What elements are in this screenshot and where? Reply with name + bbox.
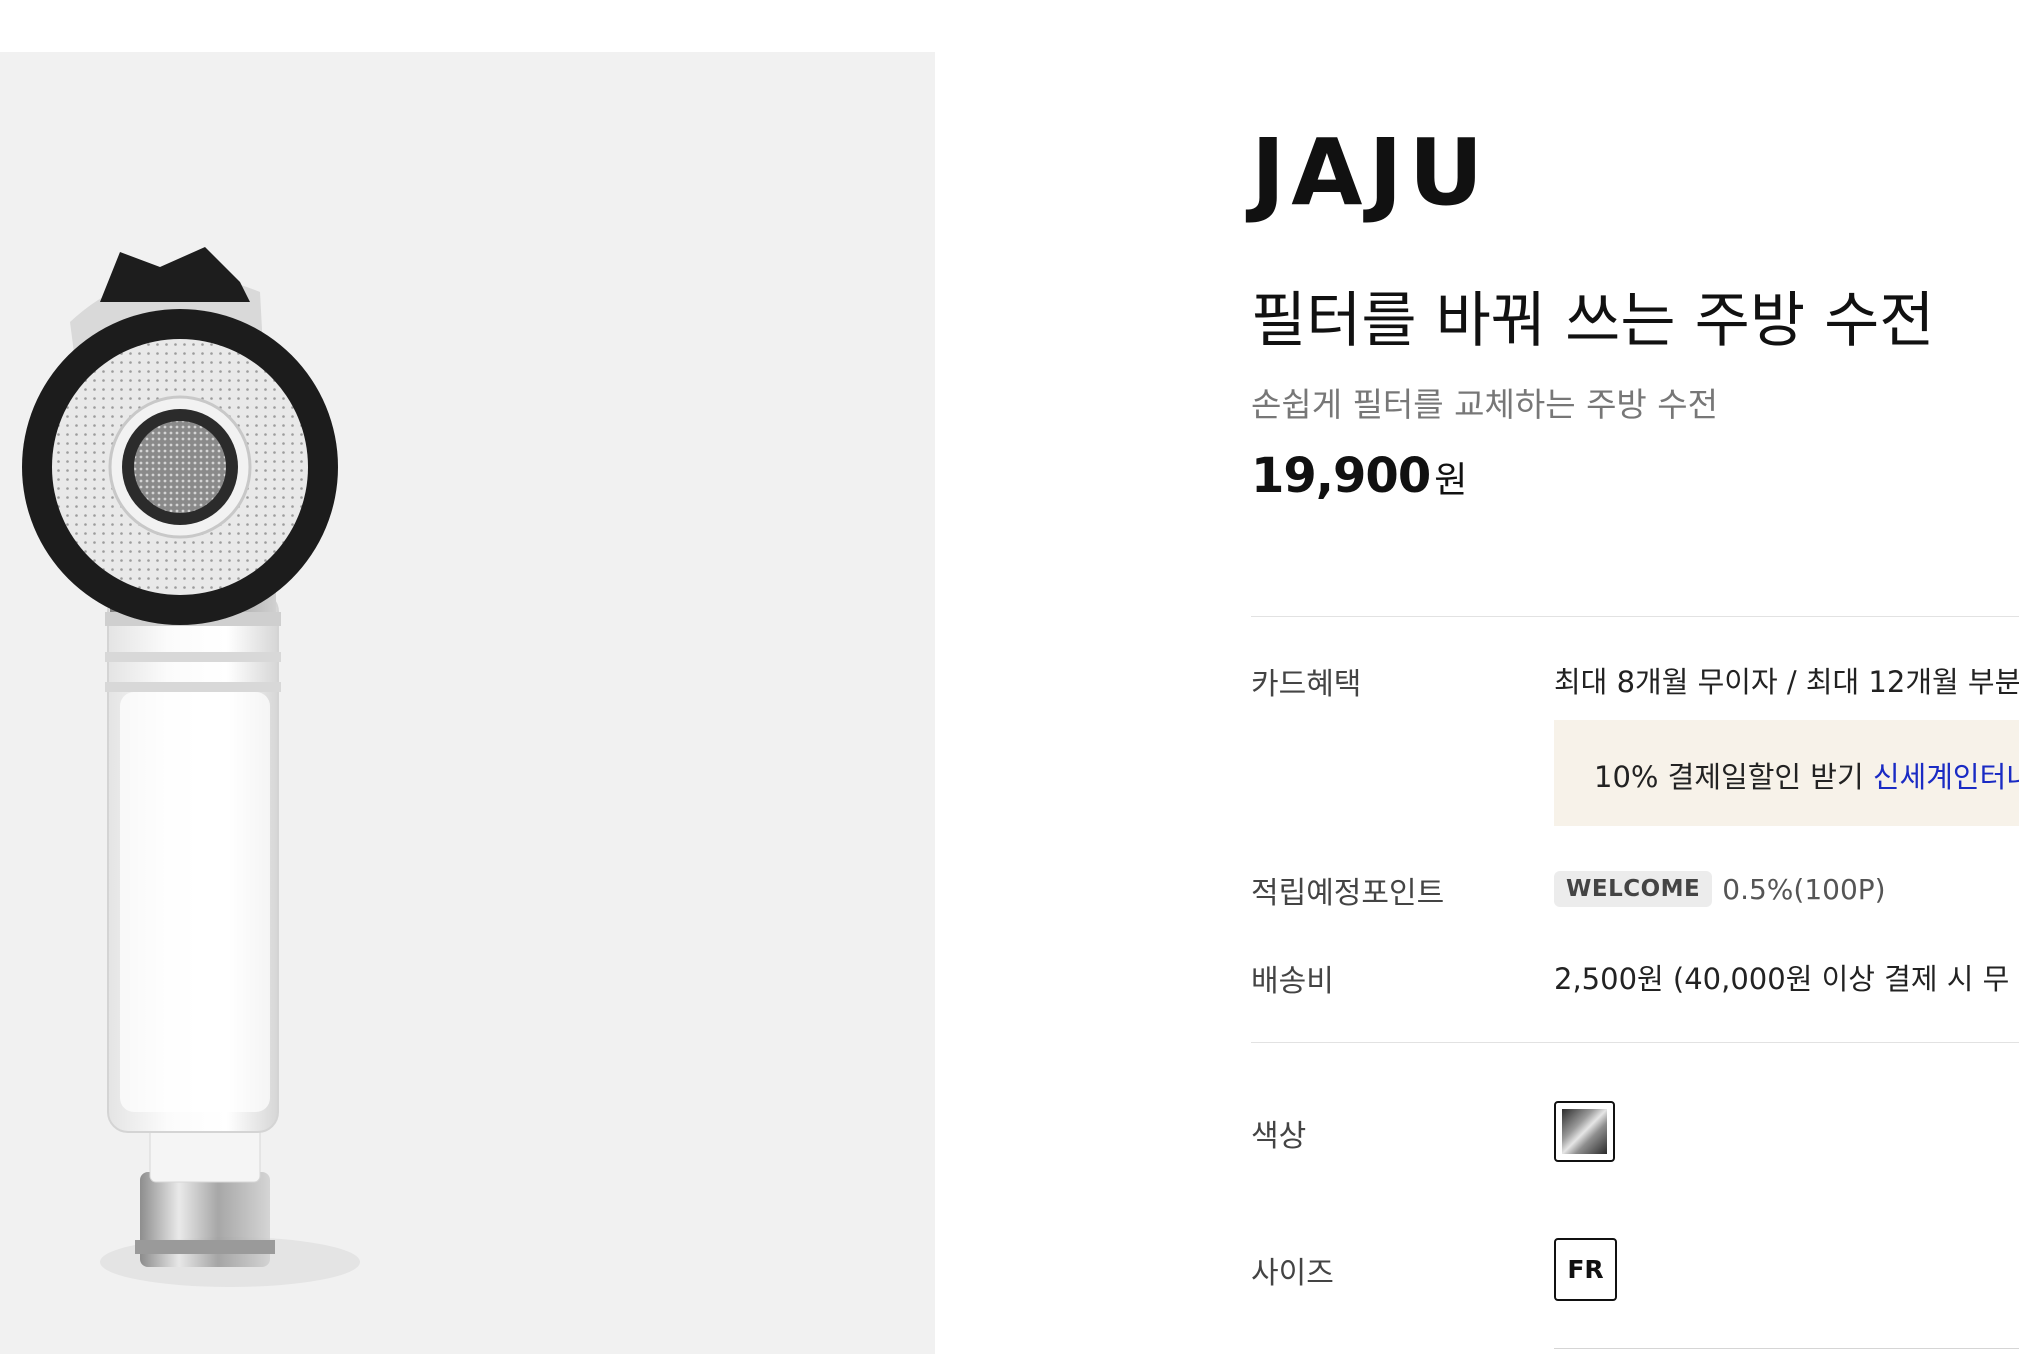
points-label: 적립예정포인트 (1251, 876, 1445, 911)
size-label: 사이즈 (1251, 1256, 1334, 1291)
faucet-head-image (22, 247, 360, 1287)
product-detail-page: JAJU 필터를 바꿔 쓰는 주방 수전 손쉽게 필터를 교체하는 주방 수전 … (0, 0, 2019, 1354)
card-benefit-label: 카드혜택 (1251, 667, 1362, 702)
points-rate: 0.5%(100P) (1722, 872, 1886, 906)
points-value: WELCOME 0.5%(100P) (1554, 870, 1886, 907)
welcome-badge: WELCOME (1554, 871, 1713, 907)
shipping-value: 2,500원 (40,000원 이상 결제 시 무 (1554, 962, 2010, 996)
price-amount: 19,900 (1251, 448, 1431, 504)
price-unit: 원 (1434, 460, 1468, 501)
discount-label: 10% 결제일할인 받기 (1594, 760, 1864, 794)
next-option-edge (1554, 1348, 2019, 1354)
product-subtitle: 손쉽게 필터를 교체하는 주방 수전 (1251, 385, 1718, 424)
card-discount-banner[interactable]: 10% 결제일할인 받기 신세계인터내 (1554, 720, 2019, 826)
product-image (0, 52, 935, 1354)
card-benefit-value: 최대 8개월 무이자 / 최대 12개월 부분 (1554, 665, 2019, 699)
color-label: 색상 (1251, 1119, 1307, 1154)
divider (1251, 616, 2019, 617)
chrome-swatch-icon (1562, 1109, 1607, 1154)
card-discount-link[interactable]: 신세계인터내 (1873, 760, 2019, 794)
brand-logo[interactable]: JAJU (1251, 127, 1489, 219)
product-info: JAJU 필터를 바꿔 쓰는 주방 수전 손쉽게 필터를 교체하는 주방 수전 … (1251, 0, 2019, 1354)
product-price: 19,900 원 (1251, 448, 1467, 504)
size-option-fr[interactable]: FR (1554, 1238, 1617, 1301)
divider (1251, 1042, 2019, 1043)
card-discount-text: 10% 결제일할인 받기 신세계인터내 (1594, 754, 2019, 796)
shipping-label: 배송비 (1251, 964, 1334, 999)
color-swatch[interactable] (1554, 1101, 1615, 1162)
product-title: 필터를 바꿔 쓰는 주방 수전 (1251, 286, 1935, 356)
